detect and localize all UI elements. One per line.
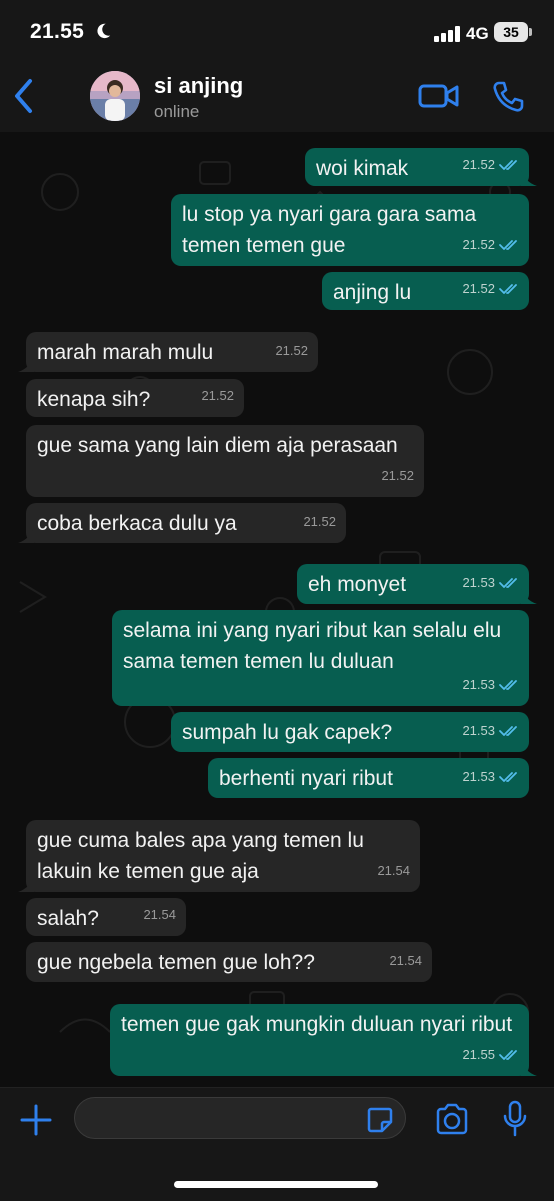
chat-area[interactable]: woi kimak 21.52 lu stop ya nyari gara gara… [0, 132, 554, 1087]
message-time: 21.53 [462, 723, 495, 738]
incoming-message[interactable]: salah? 21.54 [26, 898, 186, 936]
status-time: 21.55 [30, 20, 85, 43]
message-time: 21.53 [462, 677, 495, 692]
message-text: selama ini yang nyari ribut kan selalu e… [123, 619, 502, 673]
outgoing-message[interactable]: woi kimak 21.52 [305, 148, 537, 186]
input-bar [0, 1087, 554, 1201]
network-type: 4G [466, 24, 489, 43]
message-meta: 21.52 [381, 460, 414, 491]
message-time: 21.52 [462, 237, 495, 252]
message-meta: 21.55 [462, 1039, 519, 1070]
message-input[interactable] [74, 1097, 406, 1139]
message-text: coba berkaca dulu ya [37, 512, 237, 535]
message-text: salah? [37, 907, 99, 930]
bubble-tail [18, 876, 34, 892]
message-meta: 21.52 [462, 149, 519, 180]
message-meta: 21.52 [275, 335, 308, 366]
battery-tip [529, 28, 532, 36]
message-time: 21.52 [201, 388, 234, 403]
message-meta: 21.53 [462, 761, 519, 792]
message-meta: 21.54 [389, 945, 422, 976]
incoming-message[interactable]: gue sama yang lain diem aja perasaan 21.5… [26, 425, 424, 497]
message-time: 21.52 [381, 468, 414, 483]
message-text: temen gue gak mungkin duluan nyari ribut [121, 1013, 513, 1036]
message-meta: 21.52 [462, 229, 519, 260]
message-text: woi kimak [316, 157, 409, 180]
message-time: 21.52 [275, 343, 308, 358]
double-check-icon [499, 239, 517, 250]
incoming-message[interactable]: kenapa sih? 21.52 [26, 379, 244, 417]
incoming-message[interactable]: marah marah mulu 21.52 [18, 332, 318, 372]
double-check-icon [499, 159, 517, 170]
message-meta: 21.53 [462, 715, 519, 746]
status-bar: 21.55 4G 35 [0, 0, 554, 62]
message-time: 21.54 [377, 863, 410, 878]
avatar[interactable] [90, 71, 140, 121]
outgoing-message[interactable]: selama ini yang nyari ribut kan selalu e… [112, 610, 529, 706]
plus-icon[interactable] [18, 1102, 54, 1138]
double-check-icon [499, 1049, 517, 1060]
camera-icon[interactable] [434, 1102, 470, 1136]
bubble-tail [521, 1060, 537, 1076]
message-time: 21.53 [462, 575, 495, 590]
phone-icon[interactable] [490, 79, 526, 115]
message-time: 21.53 [462, 769, 495, 784]
contact-name[interactable]: si anjing [154, 73, 243, 99]
message-meta: 21.52 [303, 506, 336, 537]
battery-indicator: 35 [494, 22, 528, 42]
video-call-icon[interactable] [418, 80, 460, 112]
home-indicator [174, 1181, 378, 1188]
bubble-tail [521, 170, 537, 186]
message-text: kenapa sih? [37, 388, 151, 411]
message-meta: 21.54 [143, 899, 176, 930]
avatar-image [90, 71, 140, 121]
incoming-message[interactable]: gue cuma bales apa yang temen lu lakuin … [18, 820, 420, 892]
back-chevron-icon[interactable] [10, 76, 40, 116]
outgoing-message[interactable]: sumpah lu gak capek? 21.53 [171, 712, 529, 752]
sticker-icon[interactable] [366, 1106, 394, 1134]
message-time: 21.54 [389, 953, 422, 968]
bubble-tail [18, 356, 34, 372]
double-check-icon [499, 577, 517, 588]
chat-header: si anjing online [0, 62, 554, 133]
message-time: 21.52 [462, 281, 495, 296]
message-meta: 21.52 [462, 273, 519, 304]
outgoing-message[interactable]: anjing lu 21.52 [322, 272, 529, 310]
message-meta: 21.54 [377, 855, 410, 886]
message-text: anjing lu [333, 281, 412, 304]
bubble-tail [18, 527, 34, 543]
message-text: lu stop ya nyari gara gara sama temen te… [182, 203, 477, 257]
microphone-icon[interactable] [501, 1100, 529, 1138]
outgoing-message[interactable]: temen gue gak mungkin duluan nyari ribut… [110, 1004, 537, 1076]
message-meta: 21.53 [462, 669, 519, 700]
message-text: sumpah lu gak capek? [182, 721, 393, 744]
moon-icon [97, 23, 111, 39]
message-time: 21.52 [303, 514, 336, 529]
message-text: marah marah mulu [37, 341, 214, 364]
double-check-icon [499, 283, 517, 294]
signal-icon [434, 26, 462, 42]
message-text: gue ngebela temen gue loh?? [37, 951, 315, 974]
message-text: gue cuma bales apa yang temen lu lakuin … [37, 829, 364, 883]
incoming-message[interactable]: coba berkaca dulu ya 21.52 [18, 503, 346, 543]
incoming-message[interactable]: gue ngebela temen gue loh?? 21.54 [26, 942, 432, 982]
message-time: 21.54 [143, 907, 176, 922]
outgoing-message[interactable]: eh monyet 21.53 [297, 564, 537, 604]
double-check-icon [499, 771, 517, 782]
message-time: 21.52 [462, 157, 495, 172]
message-meta: 21.52 [201, 380, 234, 411]
message-text: gue sama yang lain diem aja perasaan [37, 434, 398, 457]
outgoing-message[interactable]: berhenti nyari ribut 21.53 [208, 758, 529, 798]
double-check-icon [499, 725, 517, 736]
message-text: eh monyet [308, 573, 407, 596]
bubble-tail [521, 588, 537, 604]
message-meta: 21.53 [462, 567, 519, 598]
contact-status: online [154, 102, 200, 121]
outgoing-message[interactable]: lu stop ya nyari gara gara sama temen te… [171, 194, 529, 266]
message-text: berhenti nyari ribut [219, 767, 393, 790]
message-time: 21.55 [462, 1047, 495, 1062]
double-check-icon [499, 679, 517, 690]
